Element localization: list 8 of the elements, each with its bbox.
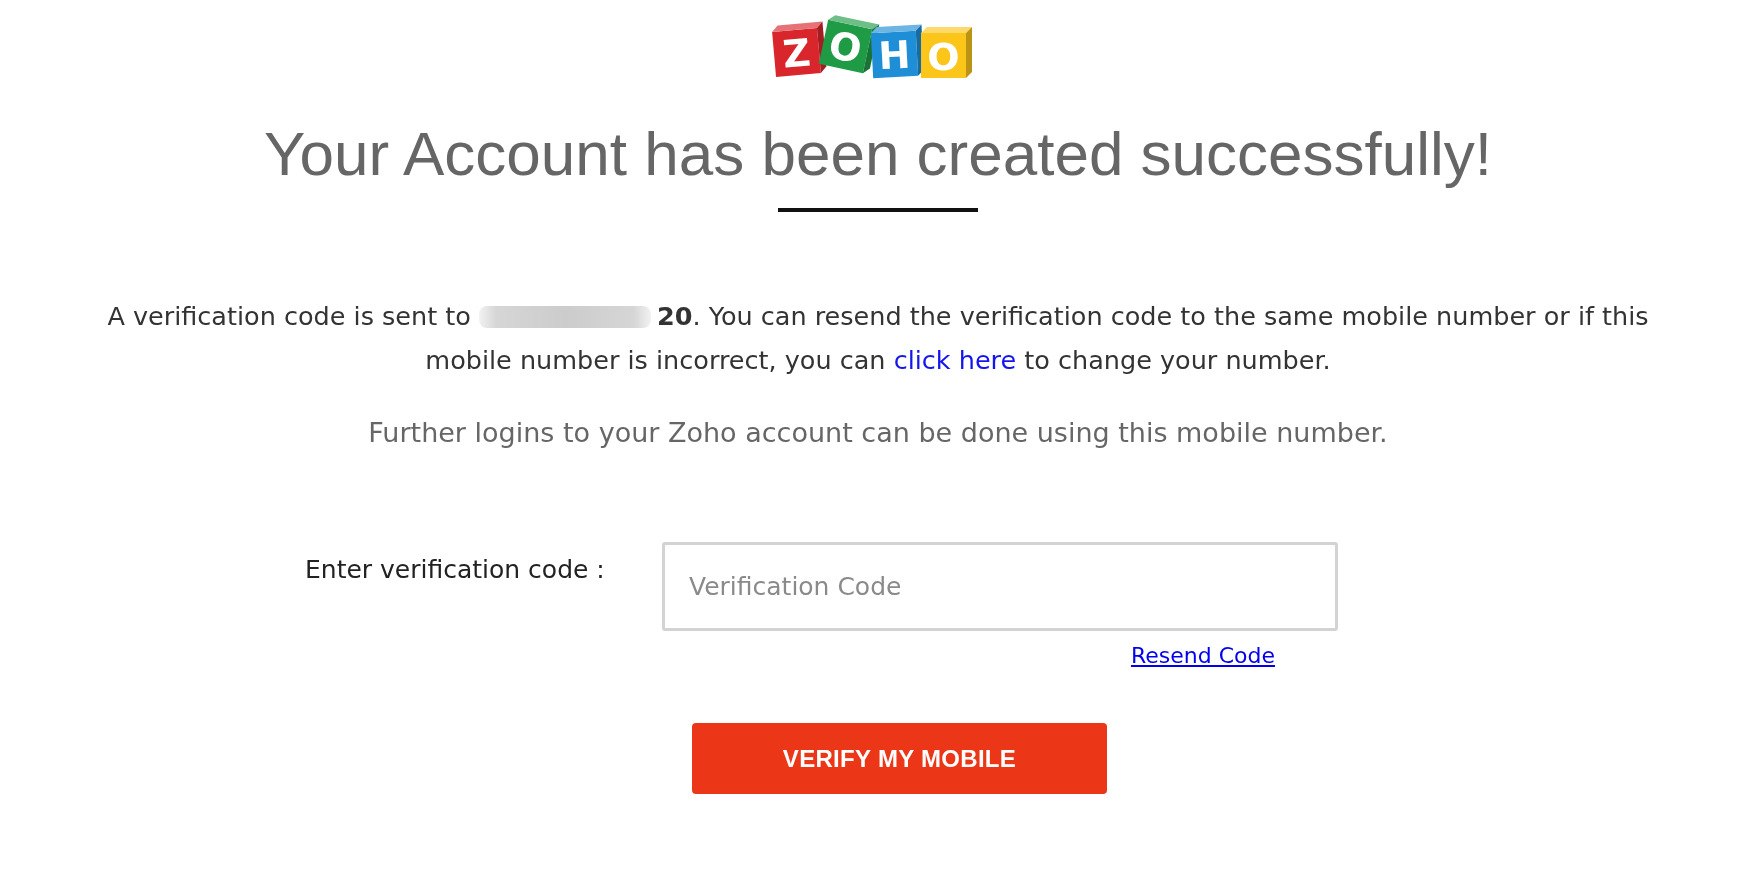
login-note: Further logins to your Zoho account can be done using this mobile number. <box>368 416 1388 450</box>
field-label: Enter verification code : <box>305 554 606 586</box>
verification-code-field[interactable]: Verification Code <box>662 542 1338 631</box>
verify-button[interactable]: VERIFY MY MOBILE <box>692 723 1107 794</box>
verification-message: A verification code is sent to 20. You can resend the verification code to the same mobile number or if this mobile number is incorrect, you can click here to change your number. <box>106 300 1650 377</box>
resend-code-link[interactable]: Resend Code <box>1130 641 1275 671</box>
change-number-link[interactable]: click here <box>893 345 1017 375</box>
page-heading: Your Account has been created successfully! <box>263 118 1493 190</box>
